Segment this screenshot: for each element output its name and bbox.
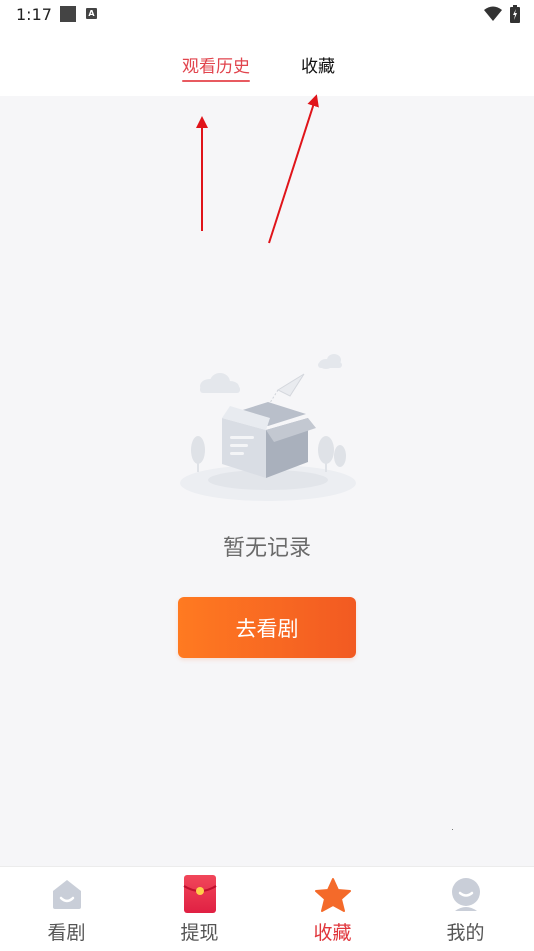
- nav-label-profile: 我的: [446, 922, 485, 944]
- profile-icon: [451, 878, 480, 911]
- star-icon: [314, 878, 351, 912]
- annotation-arrows: [196, 94, 319, 244]
- nav-label-favorites: 收藏: [313, 922, 352, 944]
- nav-item-profile[interactable]: 我的: [399, 867, 532, 951]
- nav-item-favorites[interactable]: 收藏: [266, 867, 399, 951]
- nav-label-withdraw: 提现: [180, 922, 219, 944]
- nav-item-watch[interactable]: 看剧: [0, 867, 133, 951]
- theater-icon: [52, 880, 81, 909]
- go-watch-button[interactable]: 去看剧: [178, 597, 356, 658]
- bottom-navigation: 看剧 提现 收藏 我的: [0, 866, 534, 951]
- nav-label-watch: 看剧: [47, 922, 86, 944]
- empty-box-illustration: [180, 354, 356, 501]
- stray-dot: [452, 829, 453, 830]
- arrow-to-favorites: [268, 94, 319, 244]
- empty-state-message: 暂无记录: [222, 536, 311, 561]
- nav-item-withdraw[interactable]: 提现: [133, 867, 266, 951]
- red-envelope-icon: [182, 875, 217, 913]
